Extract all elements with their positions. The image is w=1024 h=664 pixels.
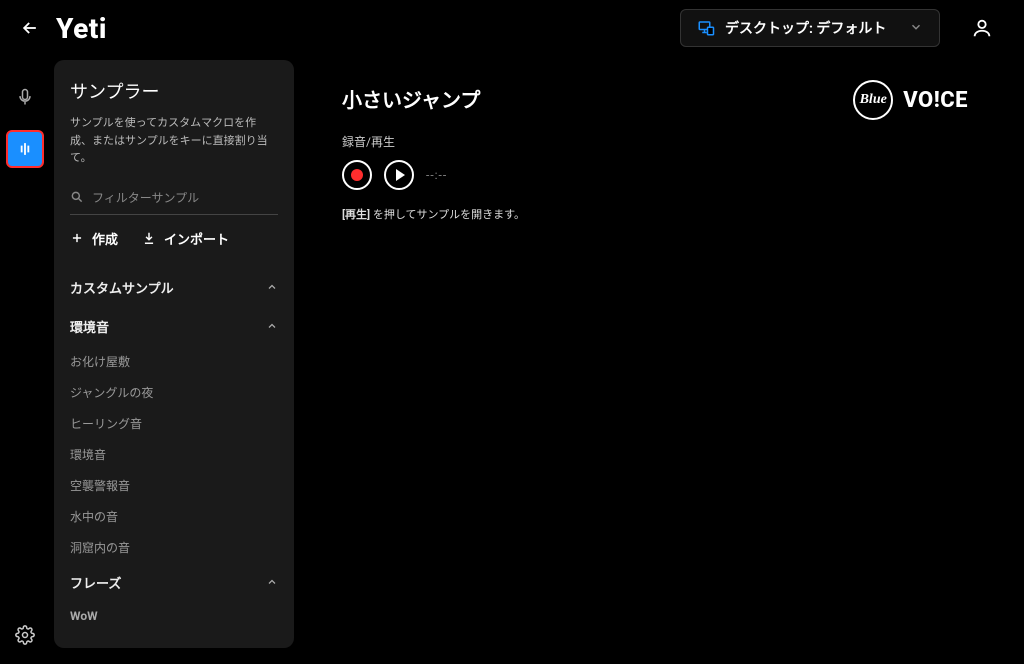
time-display: --:-- [426, 168, 447, 182]
sample-item[interactable]: 空襲警報音 [70, 470, 290, 501]
import-label: インポート [164, 229, 229, 248]
play-button[interactable] [384, 160, 414, 190]
search-icon [70, 189, 84, 208]
sidebar-title: サンプラー [70, 78, 278, 104]
blue-voice-logo: Blue VO!CE [853, 80, 968, 120]
filter-input-row[interactable] [70, 183, 278, 215]
sample-item[interactable]: 水中の音 [70, 501, 290, 532]
chevron-up-icon [266, 573, 278, 592]
sample-item[interactable]: えっ [70, 630, 290, 636]
desktop-icon [697, 19, 715, 37]
import-button[interactable]: インポート [142, 229, 229, 248]
group-phrases[interactable]: フレーズ [70, 563, 290, 602]
chevron-up-icon [266, 317, 278, 336]
record-icon [351, 169, 363, 181]
group-ambient[interactable]: 環境音 [70, 307, 290, 346]
sample-item[interactable]: 洞窟内の音 [70, 532, 290, 563]
create-label: 作成 [92, 229, 118, 248]
rec-play-label: 録音/再生 [342, 133, 984, 150]
create-button[interactable]: 作成 [70, 229, 118, 248]
rail-microphone-icon[interactable] [8, 80, 42, 114]
chevron-up-icon [266, 278, 278, 297]
back-button[interactable] [16, 14, 44, 42]
sample-item[interactable]: お化け屋敷 [70, 346, 290, 377]
settings-button[interactable] [8, 618, 42, 652]
sidebar-description: サンプルを使ってカスタムマクロを作成、またはサンプルをキーに直接割り当て。 [70, 114, 278, 167]
rail-sampler-icon[interactable] [6, 130, 44, 168]
sample-item[interactable]: 環境音 [70, 439, 290, 470]
record-button[interactable] [342, 160, 372, 190]
group-custom-samples[interactable]: カスタムサンプル [70, 268, 290, 307]
chevron-down-icon [909, 19, 923, 38]
sample-item[interactable]: ジャングルの夜 [70, 377, 290, 408]
sample-item[interactable]: WoW [70, 602, 290, 630]
profile-button[interactable] [964, 10, 1000, 46]
play-icon [396, 169, 405, 181]
sample-list-scroll[interactable]: カスタムサンプル 環境音 お化け屋敷 ジャングルの夜 ヒーリング音 環境音 空襲… [54, 268, 294, 636]
filter-input[interactable] [92, 191, 278, 205]
voice-logo-text: VO!CE [903, 88, 968, 113]
hint-text: [再生] を押してサンプルを開きます。 [342, 206, 984, 222]
desktop-profile-dropdown[interactable]: デスクトップ: デフォルト [680, 9, 940, 47]
sample-item[interactable]: ヒーリング音 [70, 408, 290, 439]
sampler-sidebar: サンプラー サンプルを使ってカスタムマクロを作成、またはサンプルをキーに直接割り… [54, 60, 294, 648]
desktop-profile-label: デスクトップ: デフォルト [725, 18, 899, 38]
blue-logo-circle: Blue [853, 80, 893, 120]
brand-title: Yeti [56, 12, 107, 45]
